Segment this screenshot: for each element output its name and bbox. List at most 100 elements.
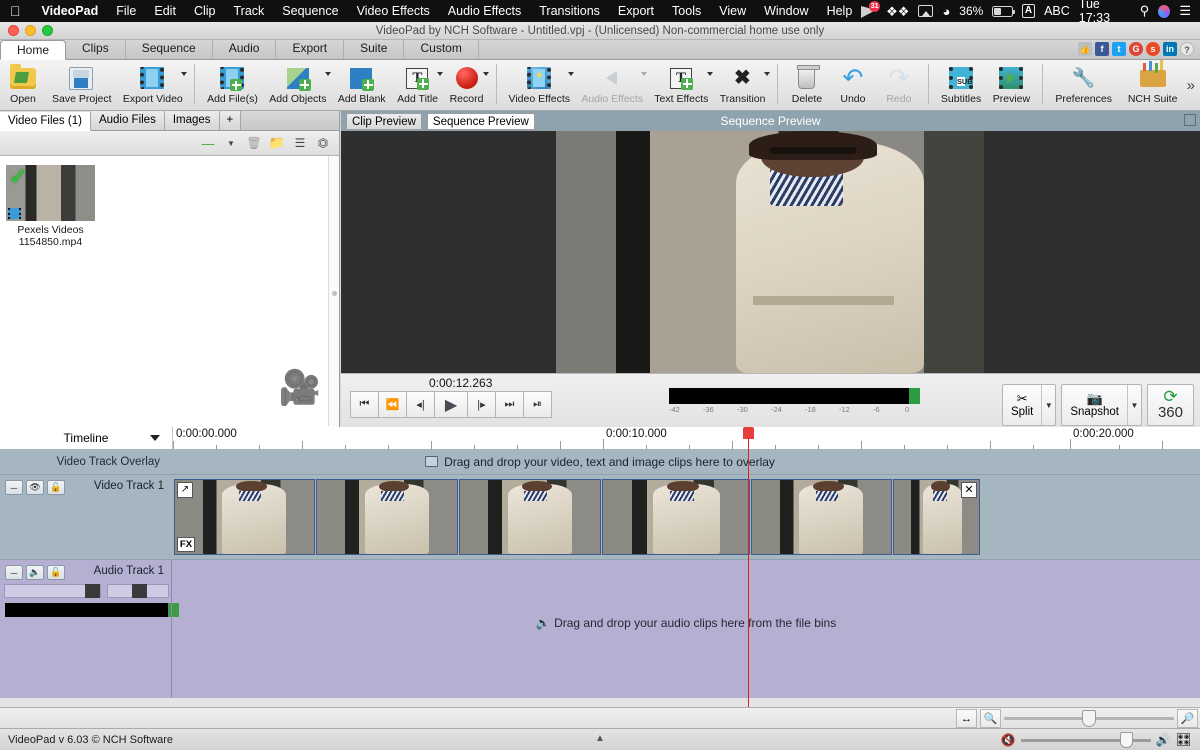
- volume-slider-knob[interactable]: [1119, 731, 1133, 748]
- flag-icon[interactable]: 31: [861, 0, 881, 19]
- add-title-button[interactable]: Add Title: [391, 60, 443, 105]
- chevron-down-icon[interactable]: [436, 72, 443, 76]
- chevron-down-icon[interactable]: [482, 72, 489, 76]
- text-effects-button[interactable]: Text Effects: [648, 60, 713, 105]
- record-button[interactable]: Record: [444, 60, 490, 105]
- menu-item-help[interactable]: Help: [818, 4, 862, 18]
- menu-item-audio-effects[interactable]: Audio Effects: [439, 4, 530, 18]
- preview-stage[interactable]: [341, 131, 1200, 373]
- video-clip-strip[interactable]: ↗ FX ✕: [172, 475, 1200, 559]
- open-button[interactable]: Open: [0, 60, 46, 105]
- tab-custom[interactable]: Custom: [404, 39, 479, 59]
- lock-icon[interactable]: 🔓: [47, 480, 65, 495]
- battery-icon[interactable]: [992, 5, 1015, 17]
- timeline-mode-selector[interactable]: Timeline: [0, 426, 172, 449]
- delete-button[interactable]: Delete: [784, 60, 830, 105]
- add-blank-button[interactable]: Add Blank: [332, 60, 391, 105]
- mute-icon[interactable]: 🔇: [1001, 733, 1016, 747]
- chevron-down-icon[interactable]: [181, 72, 188, 76]
- audio-pan-slider[interactable]: [107, 584, 169, 598]
- timeline-clip[interactable]: ↗ FX: [174, 479, 315, 555]
- add-files-button[interactable]: Add File(s): [201, 60, 263, 105]
- rotate-360-button[interactable]: ⟳ 360: [1146, 384, 1194, 426]
- tab-clips[interactable]: Clips: [66, 39, 126, 59]
- chevron-down-icon[interactable]: [706, 72, 713, 76]
- chevron-down-icon[interactable]: [641, 72, 648, 76]
- timeline-clip[interactable]: [602, 479, 750, 555]
- audio-track-1[interactable]: ─ 🔈 🔓 Audio Track 1 🔈 Drag and drop your…: [0, 560, 1200, 698]
- chevron-down-icon[interactable]: ▼: [1126, 385, 1141, 425]
- timeline-ruler[interactable]: 0:00:00.000 0:00:10.000 0:00:20.000: [172, 426, 1200, 449]
- zoom-slider-track[interactable]: [1004, 710, 1174, 727]
- collapse-icon[interactable]: ─: [5, 565, 23, 580]
- notification-center-icon[interactable]: ☰: [1179, 3, 1191, 19]
- previous-marker-button[interactable]: ⏪: [378, 391, 407, 418]
- linkedin-icon[interactable]: in: [1163, 42, 1177, 56]
- expand-icon[interactable]: [1184, 114, 1196, 126]
- airplay-icon[interactable]: [918, 5, 934, 17]
- redo-button[interactable]: ↷ Redo: [876, 60, 922, 106]
- thumbs-up-icon[interactable]: 👍: [1078, 42, 1092, 56]
- video-overlay-track[interactable]: Video Track Overlay Drag and drop your v…: [0, 449, 1200, 475]
- clip-close-icon[interactable]: ✕: [961, 482, 977, 498]
- timeline-clip[interactable]: [459, 479, 601, 555]
- preview-button[interactable]: Preview: [987, 60, 1036, 105]
- transition-button[interactable]: ✖ Transition: [714, 60, 771, 105]
- next-marker-button[interactable]: ⏭: [495, 391, 524, 418]
- help-icon[interactable]: ?: [1180, 42, 1194, 56]
- playhead-handle[interactable]: [743, 427, 754, 439]
- nch-suite-button[interactable]: NCH Suite: [1119, 60, 1187, 105]
- menu-item-edit[interactable]: Edit: [145, 4, 185, 18]
- dropdown-caret-icon[interactable]: ▼: [221, 134, 241, 153]
- bin-content-area[interactable]: ✓ Pexels Videos 1154850.mp4 🎥: [0, 156, 339, 426]
- menu-item-file[interactable]: File: [107, 4, 145, 18]
- video-effects-button[interactable]: ✦ Video Effects: [503, 60, 576, 105]
- zoom-in-icon[interactable]: 🔎: [1177, 709, 1198, 728]
- tab-sequence[interactable]: Sequence: [126, 39, 213, 59]
- video-track-1[interactable]: ─ 👁 🔓 Video Track 1 ↗ FX ✕: [0, 475, 1200, 560]
- add-folder-icon[interactable]: 📁: [267, 134, 287, 153]
- toolbar-overflow-icon[interactable]: »: [1187, 77, 1200, 94]
- detach-icon[interactable]: ⏣: [313, 134, 333, 153]
- menu-item-sequence[interactable]: Sequence: [273, 4, 347, 18]
- fit-width-icon[interactable]: ↔: [956, 709, 977, 728]
- menu-item-transitions[interactable]: Transitions: [530, 4, 609, 18]
- tab-home[interactable]: Home: [0, 40, 67, 60]
- play-button[interactable]: ▶: [434, 391, 468, 418]
- timeline-clip[interactable]: [316, 479, 458, 555]
- bin-tab-add[interactable]: +: [219, 111, 242, 130]
- menu-item-clip[interactable]: Clip: [185, 4, 225, 18]
- facebook-icon[interactable]: f: [1095, 42, 1109, 56]
- menu-item-window[interactable]: Window: [755, 4, 817, 18]
- twitter-icon[interactable]: t: [1112, 42, 1126, 56]
- chevron-down-icon[interactable]: [150, 434, 160, 441]
- clip-fade-in-handle[interactable]: ↗: [177, 482, 193, 498]
- bin-tab-images[interactable]: Images: [164, 111, 220, 130]
- add-objects-button[interactable]: Add Objects: [263, 60, 332, 105]
- menu-item-view[interactable]: View: [710, 4, 755, 18]
- undo-button[interactable]: ↶ Undo: [830, 60, 876, 106]
- preferences-button[interactable]: 🔧 Preferences: [1049, 60, 1119, 105]
- go-to-start-button[interactable]: ⏮: [350, 391, 379, 418]
- eye-visibility-icon[interactable]: 👁: [26, 480, 44, 495]
- step-forward-button[interactable]: |▸: [467, 391, 496, 418]
- tab-export[interactable]: Export: [276, 39, 345, 59]
- siri-icon[interactable]: [1158, 4, 1171, 18]
- speaker-icon[interactable]: 🔈: [26, 565, 44, 580]
- stumbleupon-icon[interactable]: s: [1146, 42, 1160, 56]
- split-button[interactable]: ✂ Split ▼: [1001, 384, 1057, 426]
- chevron-down-icon[interactable]: [324, 72, 331, 76]
- tab-audio[interactable]: Audio: [213, 39, 277, 59]
- bin-scrollbar[interactable]: [328, 156, 339, 426]
- tab-suite[interactable]: Suite: [344, 39, 405, 59]
- timeline-clip[interactable]: [751, 479, 892, 555]
- zoom-out-icon[interactable]: 🔍: [980, 709, 1001, 728]
- chevron-down-icon[interactable]: [568, 72, 575, 76]
- menu-item-video-effects[interactable]: Video Effects: [348, 4, 439, 18]
- volume-slider-track[interactable]: [1020, 731, 1151, 748]
- lock-icon[interactable]: 🔓: [47, 565, 65, 580]
- chevron-down-icon[interactable]: ▼: [1041, 385, 1055, 425]
- zoom-slider-knob[interactable]: [1082, 710, 1096, 727]
- audio-volume-slider[interactable]: [4, 584, 101, 598]
- menu-item-videopad[interactable]: VideoPad: [33, 4, 108, 18]
